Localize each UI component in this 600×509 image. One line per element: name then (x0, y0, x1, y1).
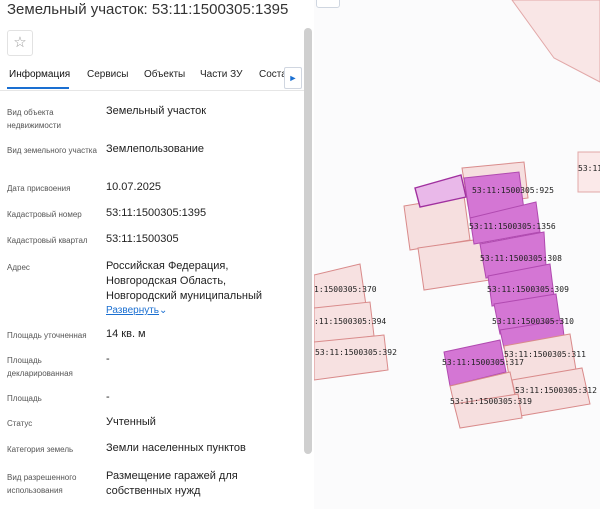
field-label: Площадь уточненная (7, 331, 87, 340)
status-value: Учтенный (106, 416, 156, 428)
field-value: 53:11:1500305 (106, 233, 179, 245)
page-title: Земельный участок: 53:11:1500305:1395 (7, 1, 289, 18)
field-label: Площадь декларированная (7, 356, 73, 378)
field-value: Землепользование (106, 143, 205, 155)
map-parcel[interactable] (314, 334, 389, 381)
parcel-label: 53:11:1500305:392 (315, 348, 397, 357)
panel-scrollbar[interactable] (304, 28, 312, 454)
field-value: - (106, 353, 110, 365)
parcel-label: 53:11:1500305:319 (450, 397, 532, 406)
expand-link[interactable]: Развернуть (106, 305, 159, 316)
parcel-label: 53:11:1500305:309 (487, 285, 569, 294)
parcel-label: 53:11:1500305:310 (492, 317, 574, 326)
field-value: Размещение гаражей для собственных нужд (106, 470, 238, 497)
field-label: Вид объекта недвижимости (7, 108, 61, 130)
parcel-label: 53:11:1500305:317 (442, 358, 524, 367)
info-panel: Земельный участок: 53:11:1500305:1395 ☆ … (0, 0, 314, 509)
map-control-button[interactable]: ⌃ (316, 0, 340, 8)
cadastral-map[interactable]: 53:11:1500305:925 53:11:1500305:1356 53:… (314, 0, 600, 509)
tab-bar: Информация Сервисы Объекты Части ЗУ Сост… (0, 62, 304, 91)
parcel-label: 53:11:1500305:308 (480, 254, 562, 263)
tab-info[interactable]: Информация (9, 69, 70, 80)
field-label: Статус (7, 419, 33, 428)
field-label: Кадастровый квартал (7, 236, 88, 245)
field-label: Вид разрешенного использования (7, 473, 77, 495)
parcel-label: 1:1500305:370 (314, 285, 377, 294)
map-parcel[interactable] (511, 0, 600, 83)
chevron-right-icon: ► (288, 73, 298, 83)
parcel-label: 53:11:1500305:925 (472, 186, 554, 195)
parcel-label: 53:11:1500305:1356 (469, 222, 556, 231)
tab-composition[interactable]: Соста (259, 69, 287, 80)
field-label: Адрес (7, 263, 30, 272)
field-value: Земельный участок (106, 105, 207, 117)
active-tab-indicator (7, 87, 69, 89)
chevron-down-icon[interactable]: ⌄ (159, 305, 167, 316)
tab-objects[interactable]: Объекты (144, 69, 185, 80)
tab-parts[interactable]: Части ЗУ (200, 69, 242, 80)
field-value: 10.07.2025 (106, 181, 162, 193)
map-canvas[interactable]: 53:11:1500305:925 53:11:1500305:1356 53:… (314, 0, 600, 509)
parcel-label: 53:11:1500305:312 (515, 386, 597, 395)
field-value: 53:11:1500305:1395 (106, 207, 207, 219)
tabs-next-button[interactable]: ► (284, 67, 302, 89)
field-value: - (106, 391, 110, 403)
star-outline-icon: ☆ (13, 34, 27, 51)
favorite-button[interactable]: ☆ (7, 30, 33, 56)
parcel-label: :11:1500305:394 (314, 317, 386, 326)
field-label: Площадь (7, 394, 42, 403)
field-label: Дата присвоения (7, 184, 71, 193)
field-value: Земли населенных пунктов (106, 442, 246, 454)
parcel-label: 53:11: (578, 164, 600, 173)
field-label: Категория земель (7, 445, 74, 454)
field-value: 14 кв. м (106, 328, 146, 340)
tab-services[interactable]: Сервисы (87, 69, 128, 80)
field-label: Вид земельного участка (7, 146, 97, 155)
address-value: Российская Федерация, Новгородская Облас… (106, 260, 263, 302)
field-label: Кадастровый номер (7, 210, 82, 219)
